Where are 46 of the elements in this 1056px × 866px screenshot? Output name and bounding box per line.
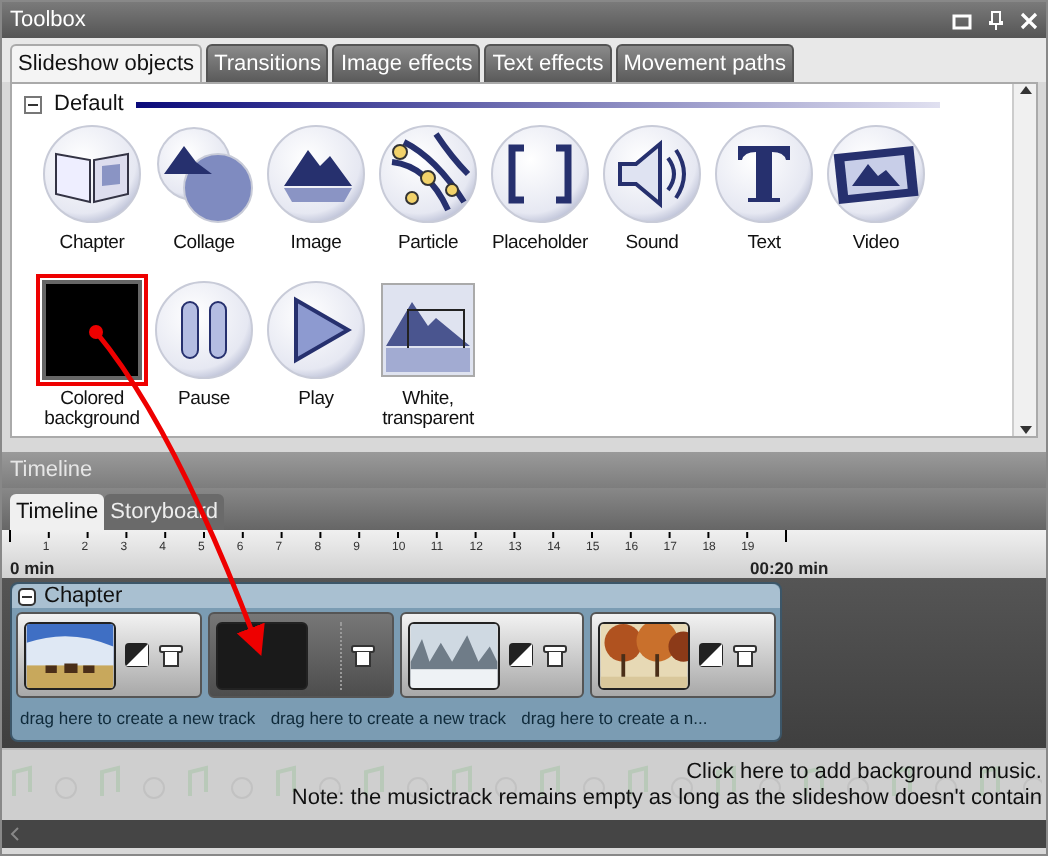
music-track[interactable]: Click here to add background music. Note: the musictrack remains empty as long as the slideshow doesn't contain (2, 748, 1046, 820)
panel-title: Toolbox (10, 5, 88, 36)
object-label: White, transparent (380, 390, 476, 430)
bin-icon[interactable] (541, 642, 567, 668)
collapse-icon[interactable] (18, 587, 36, 605)
object-label: Chapter (59, 234, 125, 254)
object-label: Pause (178, 390, 230, 410)
chapter-title: Chapter (44, 581, 123, 612)
drop-hint: drag here to create a new track (20, 706, 258, 732)
scroll-down-icon[interactable] (1017, 424, 1033, 436)
object-label: Image (290, 234, 342, 254)
close-icon[interactable] (1020, 11, 1038, 29)
effects-icon[interactable] (507, 642, 533, 668)
drop-hint: drag here to create a n... (521, 706, 710, 732)
object-label: Particle (397, 234, 459, 254)
object-label: Video (852, 234, 900, 254)
music-prompt[interactable]: Click here to add background music. (291, 760, 1042, 786)
clip-thumbnail (215, 621, 308, 689)
object-label: Collage (173, 234, 235, 254)
tab[interactable]: Movement paths (615, 44, 795, 82)
time-label: 00:20 min (750, 558, 829, 578)
tab[interactable]: Slideshow objects (10, 44, 203, 82)
swatch-icon[interactable] (36, 274, 148, 386)
object-label: Play (298, 390, 334, 410)
object-label: Colored background (42, 390, 142, 430)
tab[interactable]: Transitions (206, 44, 329, 82)
object-label: Text (747, 234, 781, 254)
drop-hint: drag here to create a new track (270, 706, 508, 732)
scroll-left-icon[interactable] (10, 826, 20, 842)
collapse-icon[interactable] (24, 95, 42, 113)
bin-icon[interactable] (158, 642, 184, 668)
time-label: 0 min (10, 558, 55, 578)
object-label: Sound (625, 234, 679, 254)
tab[interactable]: Image effects (332, 44, 481, 82)
restore-icon[interactable] (952, 11, 972, 29)
effects-icon[interactable] (124, 642, 150, 668)
music-note: Note: the musictrack remains empty as long as the slideshow doesn't contain (291, 786, 1042, 812)
object-label: Placeholder (492, 234, 588, 254)
bin-icon[interactable] (349, 642, 376, 668)
panel-title: Timeline (10, 455, 95, 486)
effects-icon[interactable] (698, 642, 725, 668)
tab[interactable]: Text effects (484, 44, 612, 82)
tab[interactable]: Timeline (10, 494, 105, 530)
pin-icon[interactable] (988, 10, 1004, 30)
bin-icon[interactable] (732, 642, 759, 668)
group-title: Default (54, 89, 124, 120)
